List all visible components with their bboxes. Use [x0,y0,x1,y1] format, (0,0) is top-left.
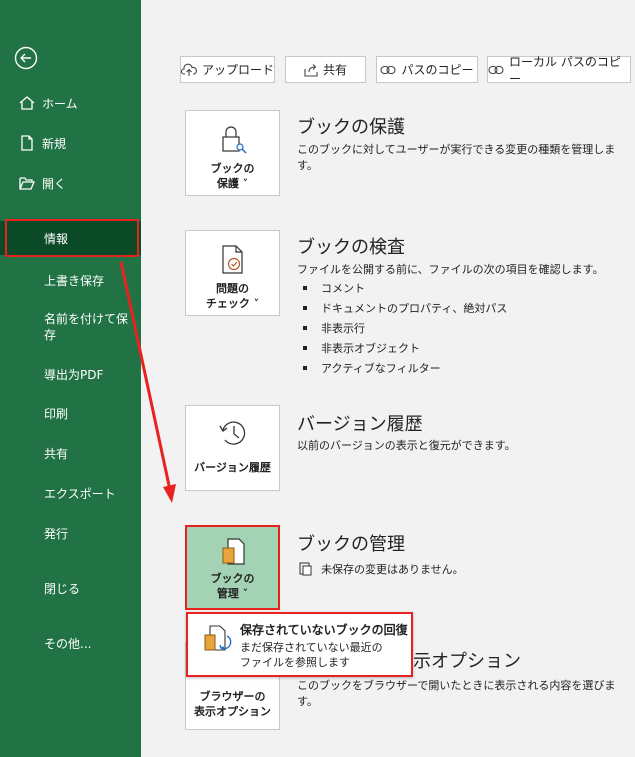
share-label: 共有 [322,63,347,77]
sidebar-item-print[interactable]: 印刷 [0,403,141,423]
lock-key-icon [221,126,246,154]
list-item: ドキュメントのプロパティ、絶対パス [303,298,507,318]
manage-workbook-icon [222,538,245,565]
sidebar-item-save[interactable]: 上書き保存 [0,270,141,290]
sidebar-item-label: その他... [44,636,92,651]
protect-workbook-button[interactable]: ブックの 保護 ˅ [185,110,280,196]
manage-tile-label: ブックの 管理 ˅ [210,572,255,600]
inspect-description: ファイルを公開する前に、ファイルの次の項目を確認します。 [297,263,604,276]
recover-title: 保存されていないブックの回復 [240,623,408,637]
version-title: バージョン履歴 [297,414,423,435]
sidebar-item-more[interactable]: その他... [0,633,141,653]
document-check-icon [221,245,243,274]
protect-title: ブックの保護 [297,117,405,138]
inspect-bullet-list: コメント ドキュメントのプロパティ、絶対パス 非表示行 非表示オブジェクト アク… [303,278,507,378]
folder-open-icon [19,177,35,190]
sidebar-item-label: 新規 [42,136,67,151]
link-icon [380,65,397,74]
sidebar-item-share[interactable]: 共有 [0,443,141,463]
browser-description: このブックをブラウザーで開いたときに表示される内容を選びます。 [297,679,616,708]
new-file-icon [21,135,33,151]
sidebar-item-label: ホーム [42,96,78,111]
recover-file-icon [204,625,232,651]
manage-workbook-button[interactable]: ブックの 管理 ˅ [185,525,280,610]
recover-unsaved-workbooks-item[interactable]: 保存されていないブックの回復 まだ保存されていない最近の ファイルを参照します [186,612,413,677]
upload-label: アップロード [202,63,275,77]
sidebar-item-label: 発行 [44,526,69,541]
sidebar-item-home[interactable]: ホーム [0,92,141,114]
protect-description: このブックに対してユーザーが実行できる変更の種類を管理します。 [297,143,616,172]
version-tile-label: バージョン履歴 [194,461,271,474]
sidebar-item-close[interactable]: 閉じる [0,578,141,598]
version-history-button[interactable]: バージョン履歴 [185,405,280,491]
sidebar-item-publish[interactable]: 発行 [0,523,141,543]
copy-path-label: パスのコピー [401,63,474,77]
sidebar-item-open[interactable]: 開く [0,172,141,194]
list-item: コメント [303,278,507,298]
list-item: 非表示オブジェクト [303,338,507,358]
back-arrow-icon[interactable] [14,46,38,70]
sidebar-item-label: 共有 [44,446,69,461]
sidebar-item-save-as[interactable]: 名前を付けて保存 [0,311,141,343]
list-item: 非表示行 [303,318,507,338]
browser-title-visible: 示オプション [413,651,521,672]
inspect-tile-label: 問題の チェック ˅ [205,282,260,310]
copy-path-button[interactable]: パスのコピー [376,56,478,83]
share-button[interactable]: 共有 [285,56,366,83]
copy-local-path-button[interactable]: ローカル パスのコピー [487,55,631,86]
manage-status-text: 未保存の変更はありません。 [321,563,464,576]
share-icon [304,63,318,77]
protect-tile-label: ブックの 保護 ˅ [210,162,255,190]
sidebar-item-export[interactable]: エクスポート [0,483,141,503]
sidebar-item-label: 閉じる [44,581,81,596]
sidebar-item-export-pdf[interactable]: 導出为PDF [0,364,141,384]
manage-title: ブックの管理 [297,534,405,555]
unsaved-files-icon [299,562,312,576]
sidebar-item-label: 導出为PDF [44,367,104,382]
sidebar-item-label: 上書き保存 [44,273,105,288]
check-for-issues-button[interactable]: 問題の チェック ˅ [185,230,280,316]
sidebar-item-label: 印刷 [44,406,69,421]
list-item: アクティブなフィルター [303,358,507,378]
history-clock-icon [218,421,245,445]
inspect-title: ブックの検査 [297,237,405,258]
version-description: 以前のバージョンの表示と復元ができます。 [297,439,516,452]
sidebar-item-label: 開く [42,176,67,191]
browser-tile-label: ブラウザーの 表示オプション [194,690,271,718]
cloud-upload-icon [181,63,197,76]
link-icon [488,65,504,74]
home-icon [19,96,35,110]
sidebar-item-new[interactable]: 新規 [0,132,141,154]
highlight-box-info [5,219,139,257]
copy-local-path-label: ローカル パスのコピー [509,54,621,86]
upload-button[interactable]: アップロード [180,56,275,83]
sidebar-item-label: エクスポート [44,486,116,501]
backstage-sidebar: ホーム 新規 開く 情報 上書き保存 名前を付けて保存 導出为PDF 印刷 共有… [0,0,141,757]
manage-status: 未保存の変更はありません。 [299,561,464,577]
sidebar-item-label: 名前を付けて保存 [44,312,129,342]
recover-description: まだ保存されていない最近の ファイルを参照します [240,641,383,669]
